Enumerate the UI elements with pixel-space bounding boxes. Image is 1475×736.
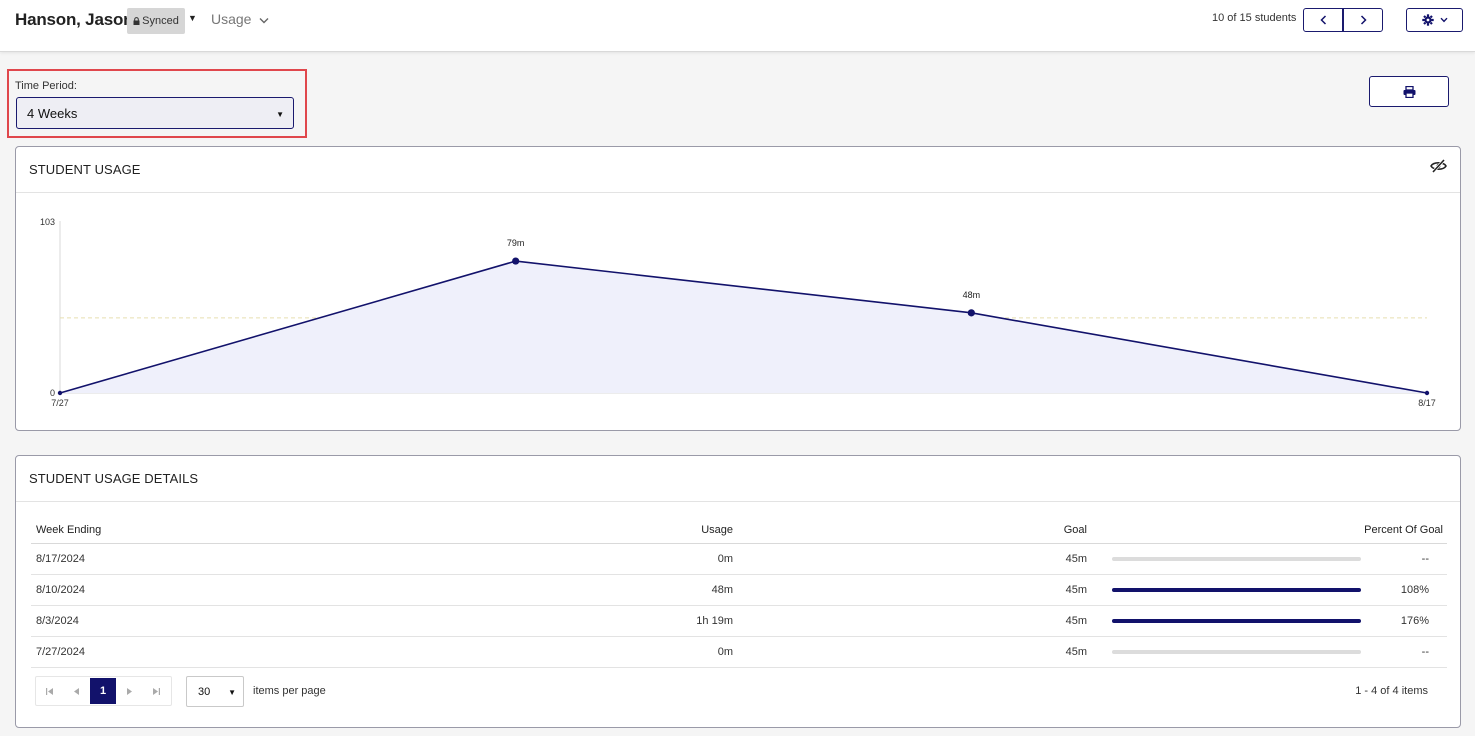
section-menu[interactable]: Usage	[211, 11, 269, 27]
time-period-select[interactable]: 4 Weeks ▼	[16, 97, 294, 129]
synced-label: Synced	[142, 15, 179, 27]
column-header-percent-of-goal[interactable]: Percent Of Goal	[1364, 516, 1443, 543]
caret-down-icon[interactable]: ▼	[188, 13, 197, 23]
previous-page-button[interactable]	[63, 677, 90, 705]
week-ending-cell: 7/27/2024	[36, 646, 85, 658]
week-ending-cell: 8/10/2024	[36, 584, 85, 596]
chevron-left-icon	[1319, 15, 1326, 25]
current-page-button[interactable]: 1	[90, 678, 116, 704]
next-page-icon	[127, 687, 132, 695]
card-title: STUDENT USAGE	[29, 162, 141, 177]
week-ending-cell: 8/3/2024	[36, 615, 79, 627]
first-page-button[interactable]	[36, 677, 63, 705]
goal-cell: 45m	[1065, 553, 1087, 565]
week-ending-cell: 8/17/2024	[36, 553, 85, 565]
section-menu-label: Usage	[211, 11, 252, 27]
table-row: 7/27/2024 0m 45m --	[31, 637, 1447, 668]
y-tick-label: 0	[50, 388, 55, 398]
data-label: 48m	[963, 290, 981, 300]
caret-down-icon: ▼	[276, 110, 284, 119]
percent-of-goal-cell: 108%	[1400, 584, 1429, 596]
items-per-page-label: items per page	[253, 685, 326, 697]
eye-slash-icon	[1430, 158, 1447, 174]
next-page-button[interactable]	[116, 677, 143, 705]
chevron-right-icon	[1360, 15, 1367, 25]
table-header-row: Week Ending Usage Goal Percent Of Goal	[31, 516, 1447, 544]
print-button[interactable]	[1369, 76, 1449, 107]
student-name: Hanson, Jason	[15, 10, 134, 29]
student-usage-card: STUDENT USAGE 79m 48m 103 0 7/27 8/17	[15, 146, 1461, 431]
table-row: 8/17/2024 0m 45m --	[31, 544, 1447, 575]
page-size-value: 30	[198, 685, 211, 698]
table-row: 8/10/2024 48m 45m 108%	[31, 575, 1447, 606]
column-header-usage[interactable]: Usage	[701, 516, 733, 543]
data-point[interactable]	[967, 309, 975, 317]
last-page-icon	[153, 687, 160, 695]
goal-cell: 45m	[1065, 584, 1087, 596]
pagination: 1	[35, 676, 172, 706]
goal-progress-bar	[1112, 606, 1361, 636]
goal-cell: 45m	[1065, 615, 1087, 627]
student-count: 10 of 15 students	[1212, 12, 1297, 24]
caret-down-icon: ▼	[228, 688, 236, 697]
usage-cell: 1h 19m	[696, 615, 733, 627]
last-page-button[interactable]	[143, 677, 170, 705]
chevron-down-icon	[259, 11, 269, 27]
y-tick-label: 103	[40, 217, 55, 227]
goal-progress-bar	[1112, 544, 1361, 574]
usage-area	[60, 261, 1427, 393]
chevron-down-icon	[1439, 17, 1448, 23]
data-label: 79m	[507, 238, 525, 248]
synced-badge[interactable]: Synced	[127, 8, 185, 34]
printer-icon	[1403, 85, 1415, 98]
data-point[interactable]	[512, 257, 520, 265]
data-point[interactable]	[57, 390, 63, 396]
column-header-week-ending[interactable]: Week Ending	[36, 516, 101, 543]
first-page-icon	[46, 687, 53, 695]
lock-icon	[133, 17, 140, 25]
time-period-label: Time Period:	[15, 80, 77, 92]
usage-chart: 79m 48m 103 0 7/27 8/17	[40, 217, 1436, 408]
items-range-label: 1 - 4 of 4 items	[1355, 685, 1428, 697]
settings-menu-button[interactable]	[1406, 8, 1463, 32]
gear-icon	[1421, 14, 1434, 26]
goal-progress-bar	[1112, 637, 1361, 667]
table-row: 8/3/2024 1h 19m 45m 176%	[31, 606, 1447, 637]
x-tick-label: 8/17	[1418, 398, 1436, 408]
next-student-button[interactable]	[1343, 8, 1383, 32]
percent-of-goal-cell: --	[1421, 646, 1429, 658]
usage-cell: 0m	[717, 646, 733, 658]
percent-of-goal-cell: --	[1421, 553, 1429, 565]
goal-cell: 45m	[1065, 646, 1087, 658]
top-header: Hanson, Jason Synced ▼ Usage 10 of 15 st…	[0, 0, 1475, 52]
percent-of-goal-cell: 176%	[1400, 615, 1429, 627]
previous-page-icon	[74, 687, 79, 695]
page-size-select[interactable]: 30 ▼	[186, 676, 244, 707]
column-header-goal[interactable]: Goal	[1064, 516, 1087, 543]
usage-cell: 0m	[717, 553, 733, 565]
hide-chart-toggle[interactable]	[1430, 158, 1447, 178]
card-title: STUDENT USAGE DETAILS	[29, 471, 199, 486]
previous-student-button[interactable]	[1303, 8, 1343, 32]
data-point[interactable]	[1424, 390, 1430, 396]
x-tick-label: 7/27	[51, 398, 69, 408]
card-divider	[16, 501, 1460, 502]
time-period-value: 4 Weeks	[27, 105, 78, 121]
usage-cell: 48m	[711, 584, 733, 596]
goal-progress-bar	[1112, 575, 1361, 605]
student-usage-details-card: STUDENT USAGE DETAILS Week Ending Usage …	[15, 455, 1461, 728]
usage-details-table: Week Ending Usage Goal Percent Of Goal 8…	[31, 516, 1447, 668]
